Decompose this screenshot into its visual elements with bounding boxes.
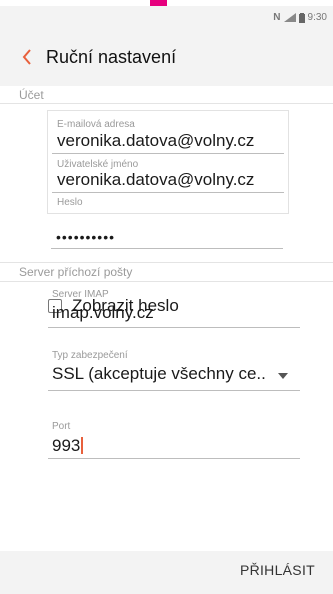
password-field[interactable]: •••••••••• [56,229,115,245]
battery-icon [298,12,305,23]
password-label: Heslo [57,197,83,208]
username-underline [52,192,284,193]
username-field[interactable]: veronika.datova@volny.cz [57,170,254,190]
account-card: E-mailová adresa veronika.datova@volny.c… [47,110,289,214]
section-divider [0,281,333,282]
port-label: Port [52,421,71,432]
section-label-incoming: Server příchozí pošty [19,265,133,279]
email-underline [52,153,284,154]
port-underline [48,458,300,459]
status-icons: N 9:30 [273,12,327,23]
text-cursor [81,437,84,454]
server-imap-field[interactable]: imap.volny.cz [52,303,154,323]
section-divider [0,103,333,104]
password-underline [51,248,283,249]
nfc-icon: N [273,12,281,23]
dropdown-arrow-icon[interactable] [278,373,288,379]
signal-icon [283,13,296,22]
server-underline [48,327,300,328]
port-value: 993 [52,436,81,455]
back-chevron-icon[interactable] [19,47,35,67]
email-label: E-mailová adresa [57,119,135,130]
page-title: Ruční nastavení [46,47,177,67]
section-divider [0,262,333,263]
login-button[interactable]: PŘIHLÁSIT [240,562,315,578]
clock: 9:30 [307,12,327,23]
security-underline [48,390,300,391]
username-label: Uživatelské jméno [57,159,139,170]
section-label-account: Účet [19,88,44,102]
email-field[interactable]: veronika.datova@volny.cz [57,131,254,151]
security-select[interactable]: SSL (akceptuje všechny ce.. [52,364,266,384]
port-field[interactable]: 993 [52,436,84,456]
server-label: Server IMAP [52,289,109,300]
security-label: Typ zabezpečení [52,350,128,361]
